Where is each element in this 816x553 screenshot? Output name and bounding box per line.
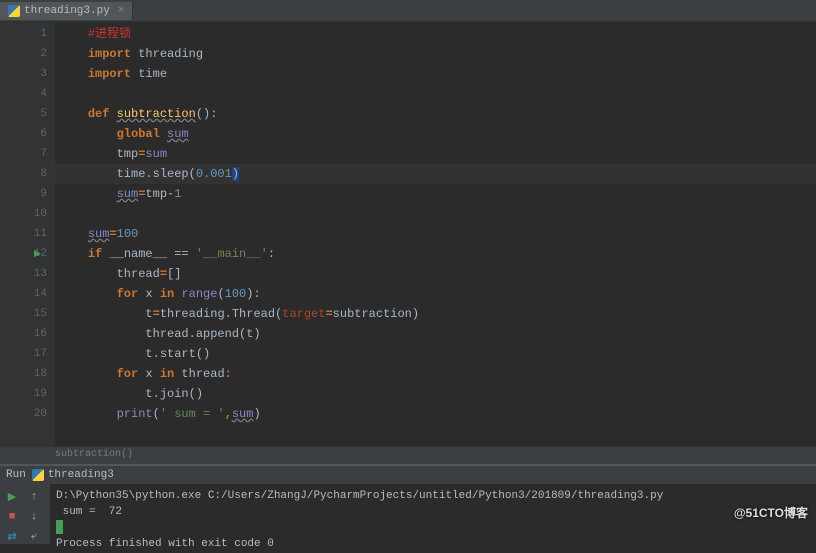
run-gutter-icon[interactable]: ▶ [34,244,41,264]
code-line[interactable]: for x in thread: [55,364,816,384]
code-line[interactable]: #进程锁 [55,24,816,44]
line-number: 2 [2,44,47,64]
code-line[interactable]: time.sleep(0.001) [55,164,816,184]
line-number: 17 [2,344,47,364]
code-line[interactable]: for x in range(100): [55,284,816,304]
python-file-icon [32,469,44,481]
run-label: Run [6,469,26,481]
code-line[interactable]: sum=100 [55,224,816,244]
line-number: 14 [2,284,47,304]
line-number: 20 [2,404,47,424]
line-number: 19 [2,384,47,404]
rerun-button[interactable]: ▶ [2,488,22,506]
breadcrumb: subtraction() [0,446,816,464]
output-line-path: D:\Python35\python.exe C:/Users/ZhangJ/P… [56,490,663,502]
code-line[interactable]: sum=tmp-1 [55,184,816,204]
line-number: 6 [2,124,47,144]
code-line[interactable] [55,84,816,104]
run-header[interactable]: Run threading3 [0,466,816,484]
code-line[interactable]: t=threading.Thread(target=subtraction) [55,304,816,324]
pause-button[interactable]: ⇄ [2,528,22,546]
tab-bar: threading3.py × [0,0,816,22]
run-toolbar: ▶ ↑ ■ ↓ ⇄ ⤶ [0,484,50,544]
code-editor[interactable]: 123456789101112▶1314151617181920 #进程锁 im… [0,22,816,446]
line-number: 8 [2,164,47,184]
code-line[interactable]: global sum [55,124,816,144]
code-line[interactable] [55,204,816,224]
code-line[interactable]: thread.append(t) [55,324,816,344]
run-config-name: threading3 [48,469,114,481]
output-line-result: sum = 72 [56,506,122,518]
line-number: 13 [2,264,47,284]
breadcrumb-text: subtraction() [55,449,133,460]
line-number: 3 [2,64,47,84]
line-number: 10 [2,204,47,224]
code-line[interactable]: print(' sum = ',sum) [55,404,816,424]
line-number: 7 [2,144,47,164]
line-number: 16 [2,324,47,344]
code-area[interactable]: #进程锁 import threading import time def su… [55,22,816,446]
line-number: 1 [2,24,47,44]
line-number: 12▶ [2,244,47,264]
code-line[interactable]: thread=[] [55,264,816,284]
tab-threading3[interactable]: threading3.py × [0,2,133,20]
code-line[interactable]: import threading [55,44,816,64]
line-gutter: 123456789101112▶1314151617181920 [0,22,55,446]
code-line[interactable]: import time [55,64,816,84]
run-panel: Run threading3 ▶ ↑ ■ ↓ ⇄ ⤶ D:\Python35\p… [0,464,816,544]
tab-label: threading3.py [24,5,110,17]
watermark: @51CTO博客 [734,504,808,521]
console-output[interactable]: D:\Python35\python.exe C:/Users/ZhangJ/P… [50,484,816,544]
down-button[interactable]: ↓ [24,508,44,526]
line-number: 4 [2,84,47,104]
stop-button[interactable]: ■ [2,508,22,526]
code-line[interactable]: def subtraction(): [55,104,816,124]
code-line[interactable]: tmp=sum [55,144,816,164]
line-number: 15 [2,304,47,324]
code-line[interactable]: if __name__ == '__main__': [55,244,816,264]
up-button[interactable]: ↑ [24,488,44,506]
cursor-icon [56,520,63,534]
close-icon[interactable]: × [118,5,125,17]
python-file-icon [8,5,20,17]
line-number: 9 [2,184,47,204]
line-number: 11 [2,224,47,244]
wrap-button[interactable]: ⤶ [24,528,44,546]
output-line-exit: Process finished with exit code 0 [56,538,274,550]
code-line[interactable]: t.start() [55,344,816,364]
line-number: 18 [2,364,47,384]
line-number: 5 [2,104,47,124]
code-line[interactable]: t.join() [55,384,816,404]
